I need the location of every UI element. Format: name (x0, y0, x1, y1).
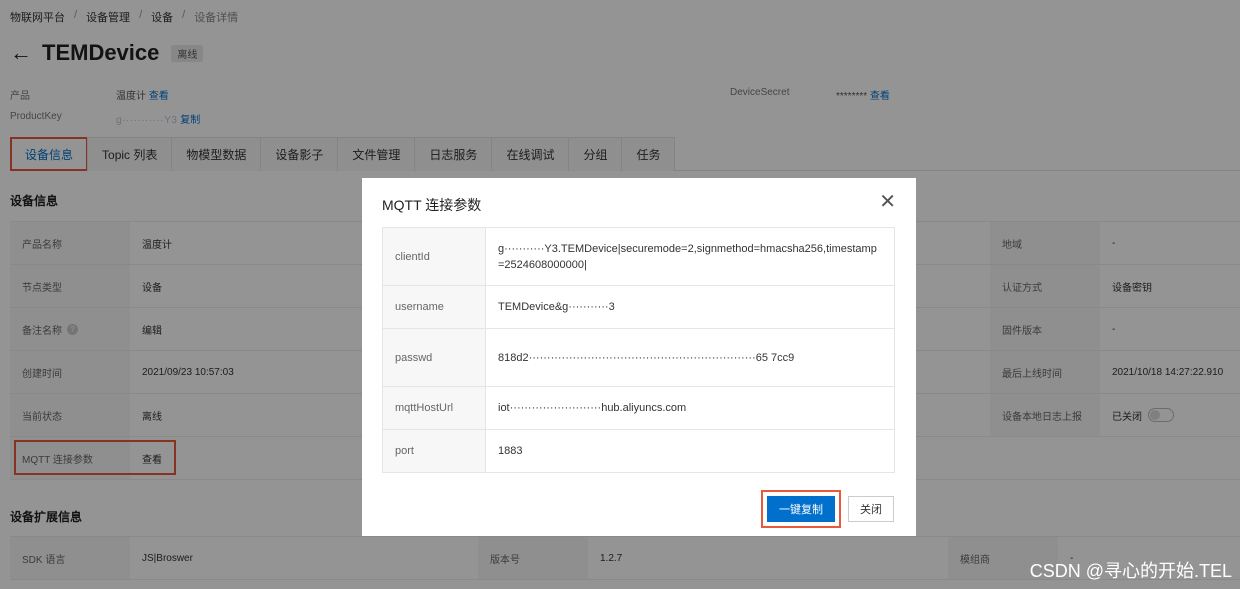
params-table: clientId g···········Y3.TEMDevice|secure… (382, 227, 895, 473)
watermark: CSDN @寻心的开始.TEL (1029, 561, 1232, 581)
mqtt-params-dialog: MQTT 连接参数 ✕ clientId g···········Y3.TEMD… (362, 178, 916, 536)
device-detail-page: 物联网平台 / 设备管理 / 设备 / 设备详情 ← TEMDevice 离线 … (0, 0, 1240, 589)
param-row: port 1883 (383, 430, 894, 473)
close-icon[interactable]: ✕ (879, 192, 896, 212)
dialog-title: MQTT 连接参数 (382, 197, 482, 213)
close-button[interactable]: 关闭 (848, 496, 894, 522)
param-row: username TEMDevice&g···········3 (383, 286, 894, 329)
param-row: mqttHostUrl iot·························… (383, 387, 894, 430)
param-row: clientId g···········Y3.TEMDevice|secure… (383, 228, 894, 286)
param-row: passwd 818d2····························… (383, 329, 894, 387)
copy-all-button[interactable]: 一键复制 (761, 490, 841, 528)
